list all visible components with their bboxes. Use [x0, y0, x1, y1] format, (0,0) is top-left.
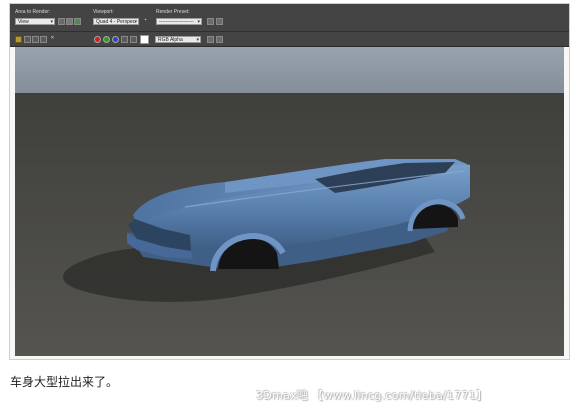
render-preset-label: Render Preset: — [156, 9, 190, 15]
chevron-down-icon: ▾ — [197, 19, 200, 25]
viewport-label: Viewport: — [93, 9, 114, 15]
render-viewport — [15, 47, 564, 356]
clear-icon[interactable]: ✕ — [49, 36, 56, 43]
edit-region-icon[interactable] — [58, 18, 65, 25]
chevron-down-icon: ▾ — [50, 19, 53, 25]
lock-icon[interactable]: ▪ — [142, 18, 149, 25]
green-channel-icon[interactable] — [103, 36, 110, 43]
watermark-text: 3Dmax吧 【www.lincg.com/tieba/1771】 — [256, 389, 488, 402]
viewport-value: Quad 4 - Perspec — [96, 19, 136, 25]
auto-region-icon[interactable] — [66, 18, 73, 25]
display-alpha-icon[interactable] — [121, 36, 128, 43]
area-to-render-dropdown[interactable]: View ▾ — [15, 18, 55, 25]
render-preset-dropdown[interactable]: --------------------- ▾ — [156, 18, 202, 25]
copy-image-icon[interactable] — [24, 36, 31, 43]
area-to-render-label: Area to Render: — [15, 9, 51, 15]
post-caption: 车身大型拉出来了。 — [10, 375, 119, 389]
environment-icon[interactable] — [216, 18, 223, 25]
channel-value: RGB Alpha — [158, 37, 183, 43]
save-image-icon[interactable] — [15, 36, 22, 43]
render-toolbar: Area to Render: View ▾ Viewport: Quad 4 … — [10, 4, 569, 32]
toggle-ui-icon[interactable] — [207, 36, 214, 43]
monochrome-icon[interactable] — [130, 36, 137, 43]
toggle-overlay-icon[interactable] — [216, 36, 223, 43]
clone-window-icon[interactable] — [32, 36, 39, 43]
render-frame-window: Area to Render: View ▾ Viewport: Quad 4 … — [9, 3, 570, 360]
print-icon[interactable] — [40, 36, 47, 43]
viewport-dropdown[interactable]: Quad 4 - Perspec ▾ — [93, 18, 139, 25]
rendered-car-image — [15, 47, 564, 356]
render-preset-value: --------------------- — [159, 19, 194, 25]
image-toolbar: ✕ RGB Alpha ▾ — [10, 32, 569, 47]
area-to-render-value: View — [18, 19, 29, 25]
render-region-icon[interactable] — [74, 18, 81, 25]
chevron-down-icon: ▾ — [196, 37, 199, 43]
sky-backdrop — [15, 47, 564, 93]
white-swatch-icon[interactable] — [140, 35, 149, 44]
red-channel-icon[interactable] — [94, 36, 101, 43]
chevron-down-icon: ▾ — [134, 19, 137, 25]
render-settings-icon[interactable] — [207, 18, 214, 25]
blue-channel-icon[interactable] — [112, 36, 119, 43]
channel-dropdown[interactable]: RGB Alpha ▾ — [155, 36, 201, 43]
